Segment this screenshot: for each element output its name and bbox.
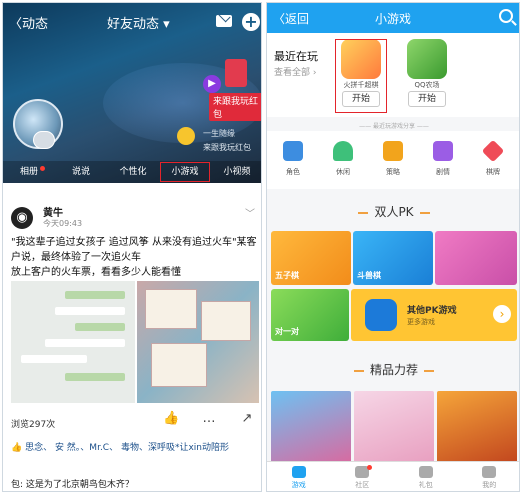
user-info: 一生随缘 来跟我玩红包 <box>203 127 251 155</box>
featured-game-1[interactable] <box>271 391 351 463</box>
like-icon[interactable]: 👍 <box>163 411 179 427</box>
pk-game-match[interactable]: 对一对 <box>271 289 349 341</box>
left-screenshot: 〈动态 好友动态 ▾ + ▶ 来跟我玩红包 一生随缘 来跟我玩红包 相册 说说 … <box>2 2 262 492</box>
category-casual[interactable]: 休闲 <box>323 141 363 177</box>
liked-by: 👍 思念、 安 然。、Mr.C、 毒物、深呼吸*让xin动陪形 <box>11 443 229 453</box>
author-name[interactable]: 黄牛 <box>43 204 63 219</box>
gift-icon <box>418 466 433 478</box>
play-icon[interactable]: ▶ <box>203 75 221 93</box>
page-title: 小游戏 <box>375 12 412 26</box>
pk-game-3[interactable] <box>435 231 517 285</box>
avatar-badge <box>33 131 55 149</box>
recent-games: 最近在玩 查看全部 › 火拼千超棋 开始 QQ农场 开始 <box>267 33 519 117</box>
profile-cover: 〈动态 好友动态 ▾ + ▶ 来跟我玩红包 一生随缘 来跟我玩红包 相册 说说 … <box>3 3 261 183</box>
tab-community[interactable]: 社区 <box>331 462 395 491</box>
add-icon[interactable]: + <box>242 13 260 31</box>
category-role[interactable]: 角色 <box>273 141 313 177</box>
profile-tabs: 相册 说说 个性化 小游戏 小视频 <box>3 161 261 183</box>
train-ticket-image[interactable] <box>137 281 259 403</box>
author-avatar[interactable]: ◉ <box>11 207 33 229</box>
other-pk-games-card[interactable]: 其他PK游戏 更多游戏 › <box>351 289 517 341</box>
recent-title: 最近在玩 <box>274 50 318 63</box>
tab-album[interactable]: 相册 <box>3 161 55 183</box>
featured-section-title: 精品力荐 <box>267 361 519 378</box>
flag-icon <box>383 141 403 161</box>
tab-gift[interactable]: 礼包 <box>394 462 458 491</box>
right-screenshot: 〈返回 小游戏 最近在玩 查看全部 › 火拼千超棋 开始 QQ农场 开始 —— … <box>266 2 520 492</box>
tab-games[interactable]: 游戏 <box>267 462 331 491</box>
red-packet-icon[interactable] <box>225 59 247 87</box>
game-name-2: QQ农场 <box>414 81 440 89</box>
featured-game-2[interactable] <box>354 391 434 463</box>
post-text: "我这辈子追过女孩子 追过风筝 从来没有追过火车"某客户说，最终体验了一次追火车… <box>11 237 257 278</box>
bottom-tab-bar: 游戏 社区 礼包 我的 <box>267 461 520 491</box>
user-icon <box>482 466 497 478</box>
tab-short-video[interactable]: 小视频 <box>211 161 261 183</box>
notification-dot <box>40 166 45 171</box>
level-badge-icon <box>177 127 195 145</box>
ghost-icon <box>333 141 353 161</box>
game-header: 〈返回 小游戏 <box>267 3 519 33</box>
divider-text: —— 最近玩游戏分享 —— <box>359 123 429 130</box>
red-packet-tag[interactable]: 来跟我玩红包 <box>209 93 261 121</box>
view-count: 浏览297次 <box>11 420 56 430</box>
share-icon[interactable]: ↗ <box>239 411 255 427</box>
chat-icon <box>433 141 453 161</box>
category-strategy[interactable]: 策略 <box>373 141 413 177</box>
chat-screenshot-image[interactable] <box>11 281 135 403</box>
top-bar: 〈动态 好友动态 ▾ + <box>3 3 261 41</box>
chevron-down-icon[interactable]: ﹀ <box>245 205 255 220</box>
notification-dot <box>366 465 372 470</box>
mail-icon[interactable] <box>216 15 232 27</box>
back-button[interactable]: 〈返回 <box>273 10 309 27</box>
category-story[interactable]: 剧情 <box>423 141 463 177</box>
post-time: 今天09:43 <box>43 219 83 228</box>
search-icon[interactable] <box>499 9 513 23</box>
tab-mini-games[interactable]: 小游戏 <box>159 161 211 183</box>
other-pk-subtitle: 更多游戏 <box>407 318 435 326</box>
game-icon-2[interactable] <box>407 39 447 79</box>
view-all-link[interactable]: 查看全部 › <box>274 65 316 78</box>
spade-icon <box>481 139 505 163</box>
category-row: 角色 休闲 策略 剧情 棋牌 <box>267 131 519 189</box>
feed-post: ◉ 黄牛 今天09:43 ﹀ "我这辈子追过女孩子 追过风筝 从来没有追过火车"… <box>3 189 261 491</box>
pk-game-animal-chess[interactable]: 斗兽棋 <box>353 231 433 285</box>
helmet-icon <box>283 141 303 161</box>
liked-by-names[interactable]: 思念、 安 然。、Mr.C、 毒物、深呼吸*让xin动陪形 <box>25 443 229 453</box>
category-cards[interactable]: 棋牌 <box>473 139 513 177</box>
tab-personalize[interactable]: 个性化 <box>107 161 159 183</box>
pk-section-title: 双人PK <box>267 203 519 220</box>
featured-game-3[interactable] <box>437 391 517 463</box>
gamepad-icon <box>291 466 306 478</box>
highlight-box <box>335 39 387 113</box>
arrow-right-icon: › <box>493 305 511 323</box>
tab-posts[interactable]: 说说 <box>55 161 107 183</box>
back-button[interactable]: 〈动态 <box>9 13 48 32</box>
user-line-1: 一生随缘 <box>203 129 235 138</box>
other-pk-title: 其他PK游戏 <box>407 306 457 316</box>
user-line-2: 来跟我玩红包 <box>203 143 251 152</box>
tab-me[interactable]: 我的 <box>458 462 520 491</box>
comment-text: 包: 这是为了北京朝鸟包木齐？ <box>11 480 134 490</box>
comment-icon[interactable]: … <box>201 411 217 427</box>
page-title[interactable]: 好友动态 ▾ <box>107 13 170 32</box>
start-button-2[interactable]: 开始 <box>408 91 446 107</box>
gamepad-icon <box>365 299 397 331</box>
pk-game-gomoku[interactable]: 五子棋 <box>271 231 351 285</box>
